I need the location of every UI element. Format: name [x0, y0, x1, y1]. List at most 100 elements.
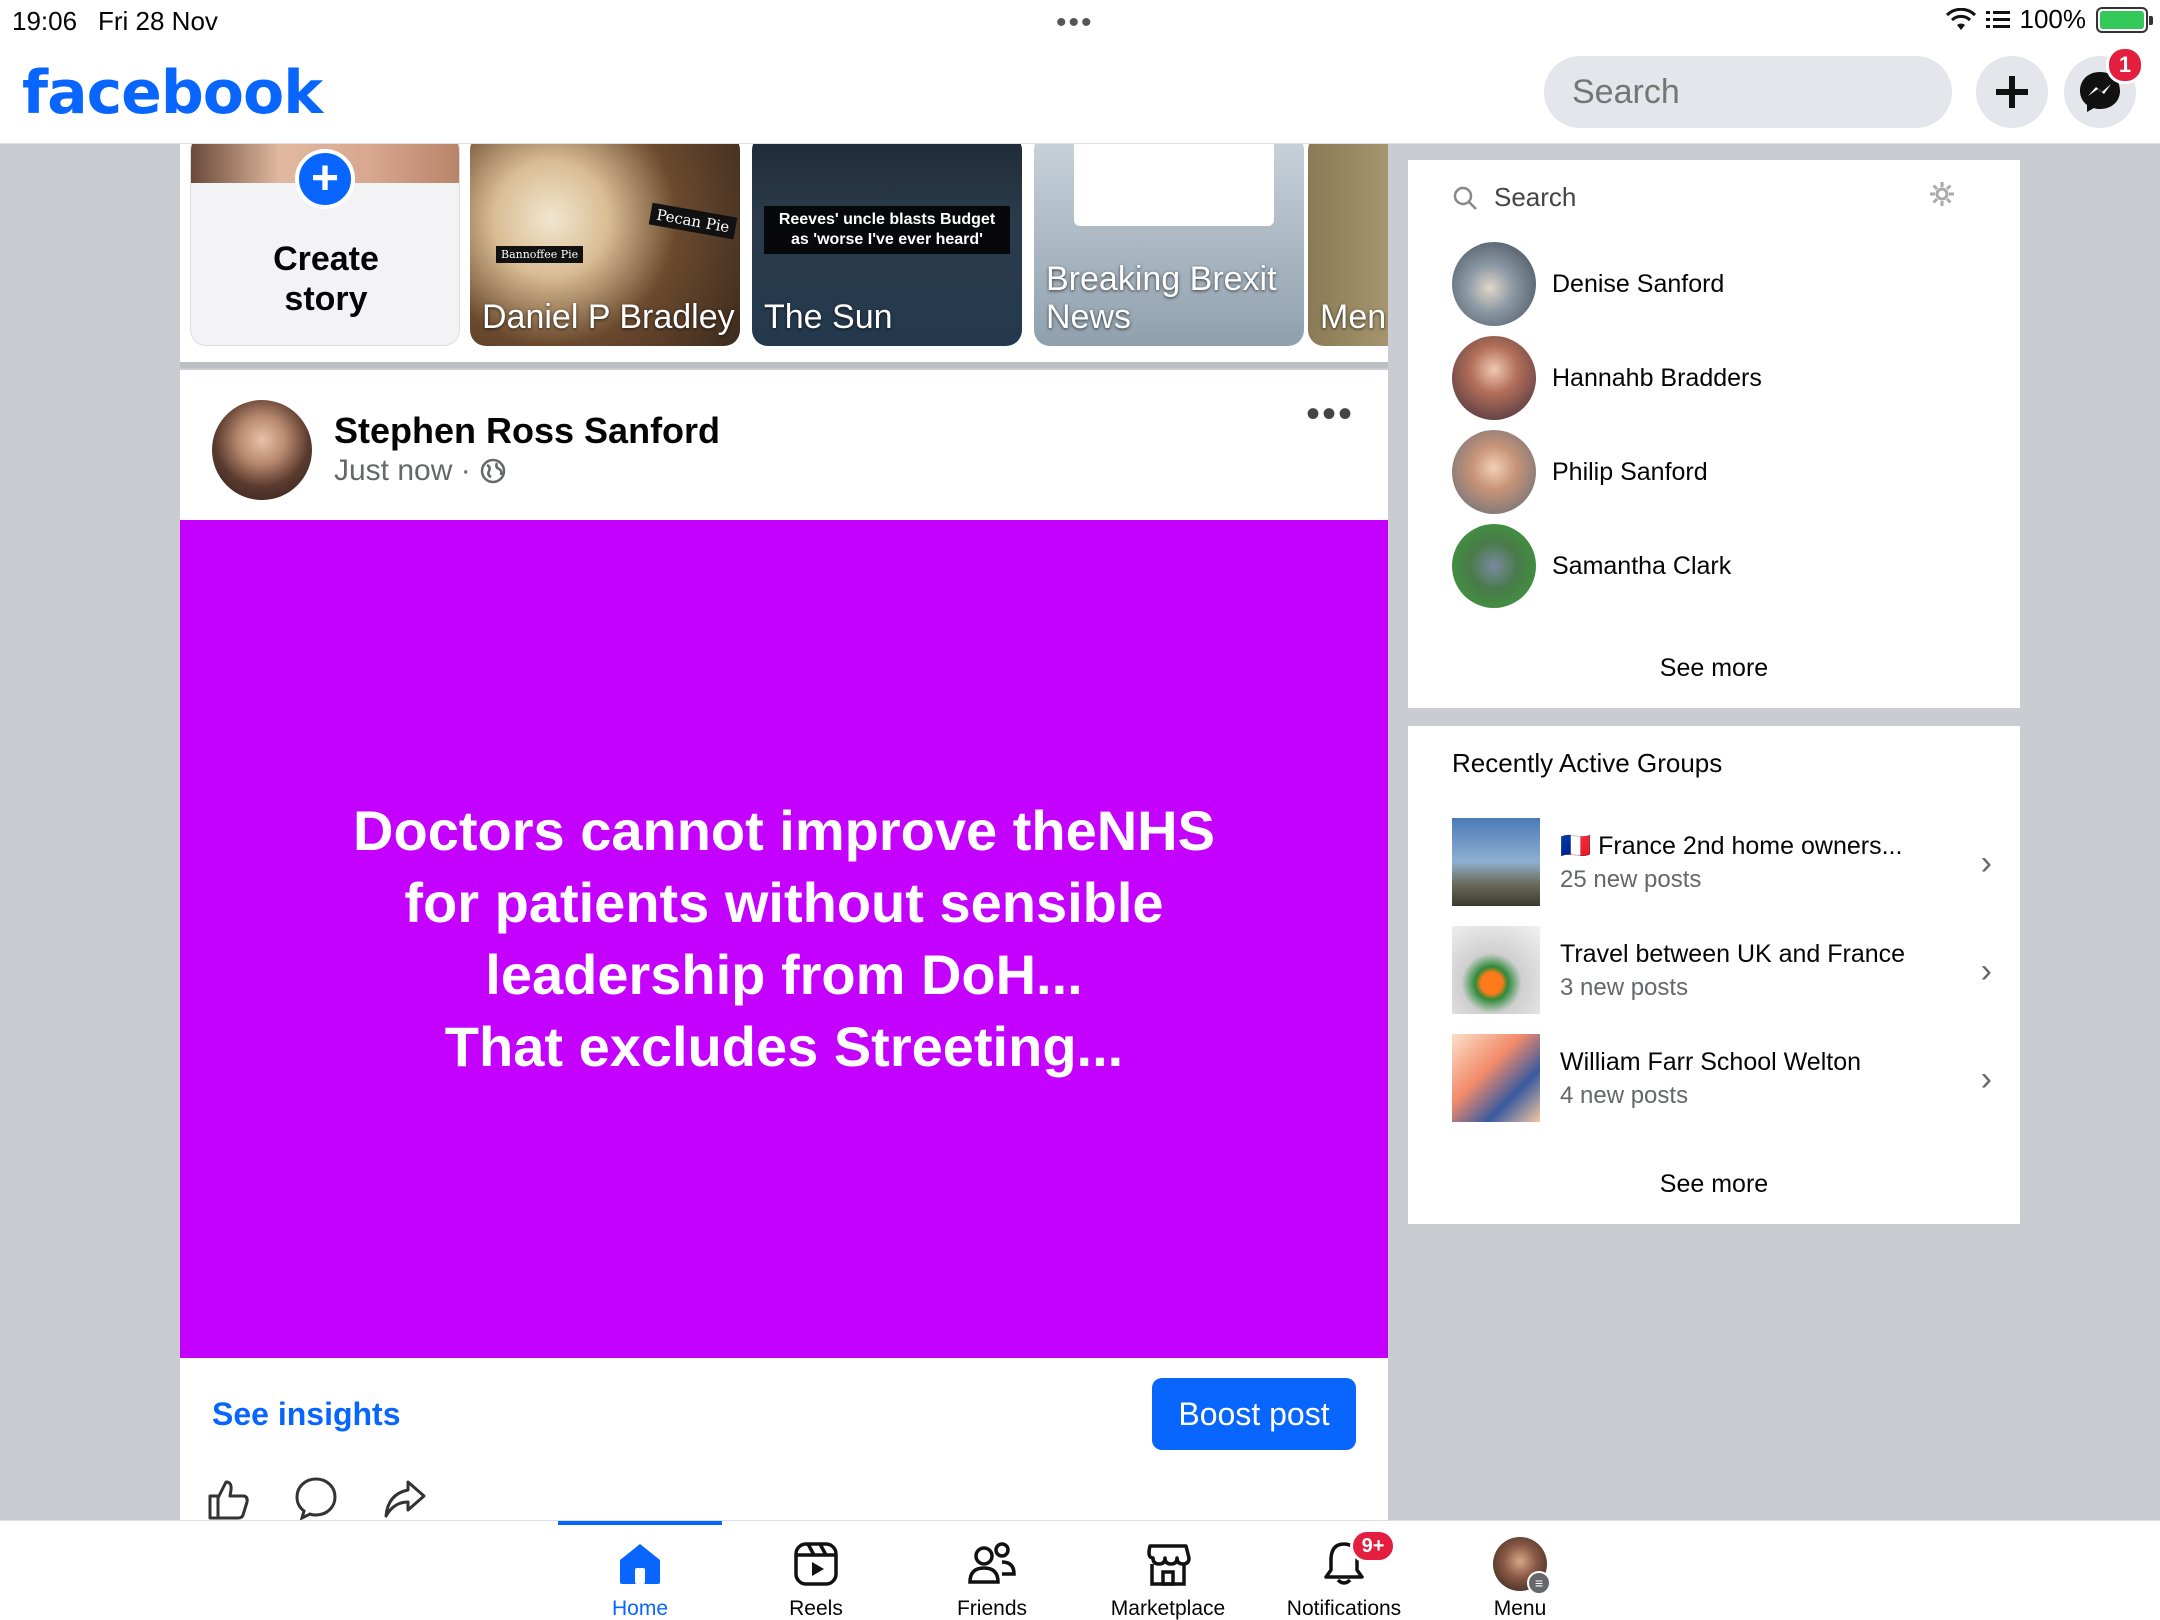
- story-name: Men: [1320, 298, 1387, 336]
- facebook-logo[interactable]: facebook: [22, 58, 323, 128]
- tab-marketplace[interactable]: Marketplace: [1088, 1537, 1248, 1620]
- story-caption-pecan: Pecan Pie: [648, 202, 738, 240]
- wifi-icon: [1945, 7, 1976, 30]
- group-name: William Farr School Welton: [1560, 1048, 1862, 1076]
- top-header: facebook 1: [0, 40, 2160, 144]
- search-input[interactable]: [1544, 56, 1952, 128]
- contacts-panel: Search Denise Sanford Hannahb Bradders P…: [1408, 160, 2020, 708]
- status-time: 19:06: [12, 6, 78, 36]
- story-breaking-brexit-news[interactable]: Breaking Brexit News: [1034, 144, 1304, 346]
- post-options-button[interactable]: •••: [1306, 394, 1354, 434]
- gear-icon[interactable]: [1928, 180, 1956, 208]
- tab-label: Marketplace: [1110, 1597, 1226, 1620]
- tab-reels[interactable]: Reels: [736, 1537, 896, 1620]
- contact-item[interactable]: Samantha Clark: [1452, 524, 1731, 608]
- multitask-dots[interactable]: •••: [1056, 6, 1094, 40]
- status-right: 100%: [1945, 4, 2153, 35]
- group-item[interactable]: Travel between UK and France 3 new posts…: [1452, 926, 1992, 1014]
- contact-avatar: [1452, 336, 1536, 420]
- create-story-card[interactable]: + Create story: [190, 144, 460, 346]
- news-feed: + Create story Pecan Pie Bannoffee Pie D…: [180, 144, 1388, 1520]
- home-icon: [620, 1544, 660, 1584]
- story-caption-bannoffee: Bannoffee Pie: [496, 246, 584, 263]
- group-post-count: 4 new posts: [1560, 1082, 1689, 1109]
- comment-icon[interactable]: [292, 1474, 340, 1520]
- group-image: [1452, 926, 1540, 1014]
- contact-item[interactable]: Denise Sanford: [1452, 242, 1724, 326]
- contact-name: Philip Sanford: [1552, 457, 1708, 486]
- create-story-label: Create story: [273, 240, 379, 318]
- create-button[interactable]: [1976, 56, 2048, 128]
- group-image: [1452, 1034, 1540, 1122]
- friends-icon: [968, 1542, 1016, 1584]
- story-the-sun[interactable]: Reeves' uncle blasts Budget as 'worse I'…: [752, 144, 1022, 346]
- post-text: Doctors cannot improve theNHS for patien…: [353, 799, 1215, 1078]
- group-name: 🇫🇷 France 2nd home owners...: [1560, 832, 1903, 860]
- post-actions: [204, 1474, 428, 1520]
- orientation-lock-icon: [1985, 10, 2010, 28]
- france-flag-icon: 🇫🇷: [1560, 832, 1592, 860]
- recent-groups-panel: Recently Active Groups 🇫🇷 France 2nd hom…: [1408, 726, 2020, 1224]
- story-name: Breaking Brexit News: [1046, 260, 1277, 336]
- post-meta: Just now ·: [334, 454, 507, 488]
- tab-notifications[interactable]: 9+ Notifications: [1264, 1529, 1424, 1620]
- tab-label: Notifications: [1286, 1597, 1402, 1620]
- battery-percent: 100%: [2019, 4, 2087, 34]
- plus-icon: [1996, 76, 2028, 108]
- story-name: The Sun: [764, 298, 893, 336]
- share-icon[interactable]: [380, 1474, 428, 1520]
- status-date: Fri 28 Nov: [98, 6, 218, 36]
- contact-item[interactable]: Philip Sanford: [1452, 430, 1708, 514]
- post-text-background: Doctors cannot improve theNHS for patien…: [180, 520, 1388, 1358]
- group-post-count: 25 new posts: [1560, 866, 1702, 893]
- notifications-badge: 9+: [1350, 1529, 1396, 1563]
- contact-name: Hannahb Bradders: [1552, 363, 1762, 392]
- tab-label: Home: [611, 1597, 669, 1620]
- chevron-right-icon: ›: [1980, 1060, 1992, 1098]
- story-men[interactable]: Men: [1308, 144, 1388, 346]
- stories-divider: [180, 362, 1388, 368]
- contact-item[interactable]: Hannahb Bradders: [1452, 336, 1762, 420]
- like-icon[interactable]: [204, 1474, 252, 1520]
- create-story-plus-icon: +: [295, 149, 355, 209]
- groups-see-more[interactable]: See more: [1408, 1170, 2020, 1199]
- marketplace-icon: [1147, 1544, 1191, 1586]
- contacts-see-more[interactable]: See more: [1408, 654, 2020, 683]
- group-image: [1452, 818, 1540, 906]
- group-item[interactable]: William Farr School Welton 4 new posts ›: [1452, 1034, 1992, 1122]
- chevron-right-icon: ›: [1980, 844, 1992, 882]
- contact-name: Denise Sanford: [1552, 269, 1725, 298]
- post-author[interactable]: Stephen Ross Sanford: [334, 410, 720, 452]
- groups-title: Recently Active Groups: [1452, 748, 1723, 778]
- post-time[interactable]: Just now ·: [334, 454, 471, 488]
- tab-home[interactable]: Home: [560, 1537, 720, 1620]
- search-icon: [1453, 186, 1477, 210]
- tab-label: Reels: [789, 1597, 843, 1620]
- contact-avatar: [1452, 524, 1536, 608]
- tab-label: Menu: [1493, 1597, 1547, 1620]
- tab-label: Friends: [956, 1597, 1028, 1620]
- story-tweet-image: [1074, 144, 1274, 226]
- chevron-right-icon: ›: [1980, 952, 1992, 990]
- globe-icon: [480, 458, 505, 484]
- contact-name: Samantha Clark: [1552, 551, 1732, 580]
- boost-post-button[interactable]: Boost post: [1152, 1378, 1356, 1450]
- messenger-badge: 1: [2106, 46, 2144, 84]
- contact-avatar: [1452, 430, 1536, 514]
- post-card: Stephen Ross Sanford Just now · ••• Doct…: [180, 370, 1388, 1520]
- tab-friends[interactable]: Friends: [912, 1537, 1072, 1620]
- messenger-button[interactable]: 1: [2064, 46, 2144, 128]
- active-tab-indicator: [558, 1521, 722, 1525]
- group-item[interactable]: 🇫🇷 France 2nd home owners... 25 new post…: [1452, 818, 1992, 906]
- contacts-search[interactable]: Search: [1452, 182, 1576, 213]
- group-name: Travel between UK and France: [1560, 940, 1906, 968]
- see-insights-link[interactable]: See insights: [212, 1396, 401, 1433]
- battery-icon: [2096, 6, 2153, 33]
- story-daniel-p-bradley[interactable]: Pecan Pie Bannoffee Pie Daniel P Bradley: [470, 144, 740, 346]
- menu-hamburger-icon: ≡: [1527, 1571, 1551, 1595]
- group-post-count: 3 new posts: [1560, 974, 1689, 1001]
- author-avatar[interactable]: [212, 400, 312, 500]
- tab-menu[interactable]: ≡ Menu: [1440, 1537, 1600, 1620]
- reels-icon: [794, 1542, 838, 1586]
- bottom-tab-bar: Home Reels Friends Marketplace 9+ Notifi…: [0, 1520, 2160, 1620]
